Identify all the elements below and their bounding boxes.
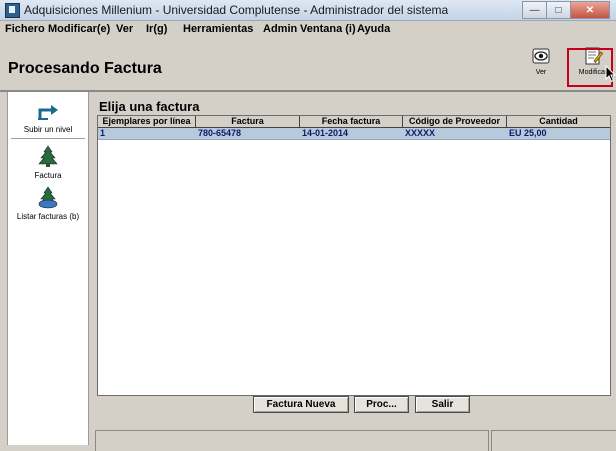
invoice-table[interactable]: Ejemplares por línea Factura Fecha factu… — [97, 115, 611, 396]
detail-panel-left — [95, 430, 489, 451]
sidebar-item-subir[interactable]: Subir un nivel — [8, 98, 88, 134]
eye-icon — [531, 46, 551, 66]
menu-bar: Fichero Modificar(e) Ver Ir(g) Herramien… — [0, 21, 616, 38]
main-panel: Elija una factura Ejemplares por línea F… — [89, 92, 616, 451]
salir-button[interactable]: Salir — [415, 396, 470, 413]
menu-ver[interactable]: Ver — [116, 23, 133, 35]
sidebar-item-label: Listar facturas (b) — [16, 212, 80, 221]
proc-button[interactable]: Proc... — [354, 396, 409, 413]
column-header[interactable]: Factura — [196, 116, 300, 127]
list-invoices-icon — [35, 186, 61, 210]
window-controls: — □ ✕ — [522, 1, 610, 19]
factura-nueva-button[interactable]: Factura Nueva — [253, 396, 349, 413]
column-header[interactable]: Ejemplares por línea — [98, 116, 196, 127]
table-row[interactable]: 1 780-65478 14-01-2014 XXXXX EU 25,00 — [98, 128, 610, 140]
sidebar-item-listar[interactable]: Listar facturas (b) — [8, 186, 88, 221]
sidebar-item-factura[interactable]: Factura — [8, 144, 88, 180]
page-title: Procesando Factura — [8, 60, 162, 77]
menu-fichero[interactable]: Fichero — [5, 23, 45, 35]
choose-invoice-label: Elija una factura — [99, 99, 200, 114]
menu-ir[interactable]: Ir(g) — [146, 23, 167, 35]
sidebar: Subir un nivel Factura Listar facturas (… — [7, 92, 90, 445]
title-bar[interactable]: Adquisiciones Millenium - Universidad Co… — [0, 0, 616, 21]
app-icon — [5, 3, 20, 18]
divider — [11, 138, 85, 139]
cell-factura: 780-65478 — [198, 128, 242, 138]
menu-ventana[interactable]: Ventana (i) — [300, 23, 356, 35]
button-bar: Factura Nueva Proc... Salir — [89, 394, 616, 418]
up-level-icon — [35, 98, 61, 122]
minimize-button[interactable]: — — [522, 1, 547, 19]
menu-herramientas[interactable]: Herramientas — [183, 23, 253, 35]
cell-ejemplares: 1 — [100, 128, 106, 138]
table-header: Ejemplares por línea Factura Fecha factu… — [98, 116, 610, 128]
menu-ayuda[interactable]: Ayuda — [357, 23, 390, 35]
sidebar-item-label: Factura — [34, 171, 62, 180]
menu-admin[interactable]: Admin — [263, 23, 297, 35]
ver-button[interactable]: Ver — [528, 46, 554, 76]
column-header[interactable]: Código de Proveedor — [403, 116, 507, 127]
detail-panel-right — [491, 430, 616, 451]
page-header: Procesando Factura Ver Modificar — [0, 38, 616, 92]
menu-modificar[interactable]: Modificar(e) — [48, 23, 110, 35]
maximize-button[interactable]: □ — [546, 1, 571, 19]
column-header[interactable]: Cantidad — [507, 116, 610, 127]
close-button[interactable]: ✕ — [570, 1, 610, 19]
sidebar-item-label: Subir un nivel — [23, 125, 73, 134]
column-header[interactable]: Fecha factura — [300, 116, 403, 127]
invoice-tree-icon — [35, 144, 61, 168]
window-title: Adquisiciones Millenium - Universidad Co… — [24, 3, 449, 17]
mouse-cursor-icon — [605, 64, 616, 88]
cell-codigo: XXXXX — [405, 128, 436, 138]
ver-label: Ver — [535, 69, 547, 76]
cell-fecha: 14-01-2014 — [302, 128, 349, 138]
cell-cantidad: EU 25,00 — [509, 128, 547, 138]
